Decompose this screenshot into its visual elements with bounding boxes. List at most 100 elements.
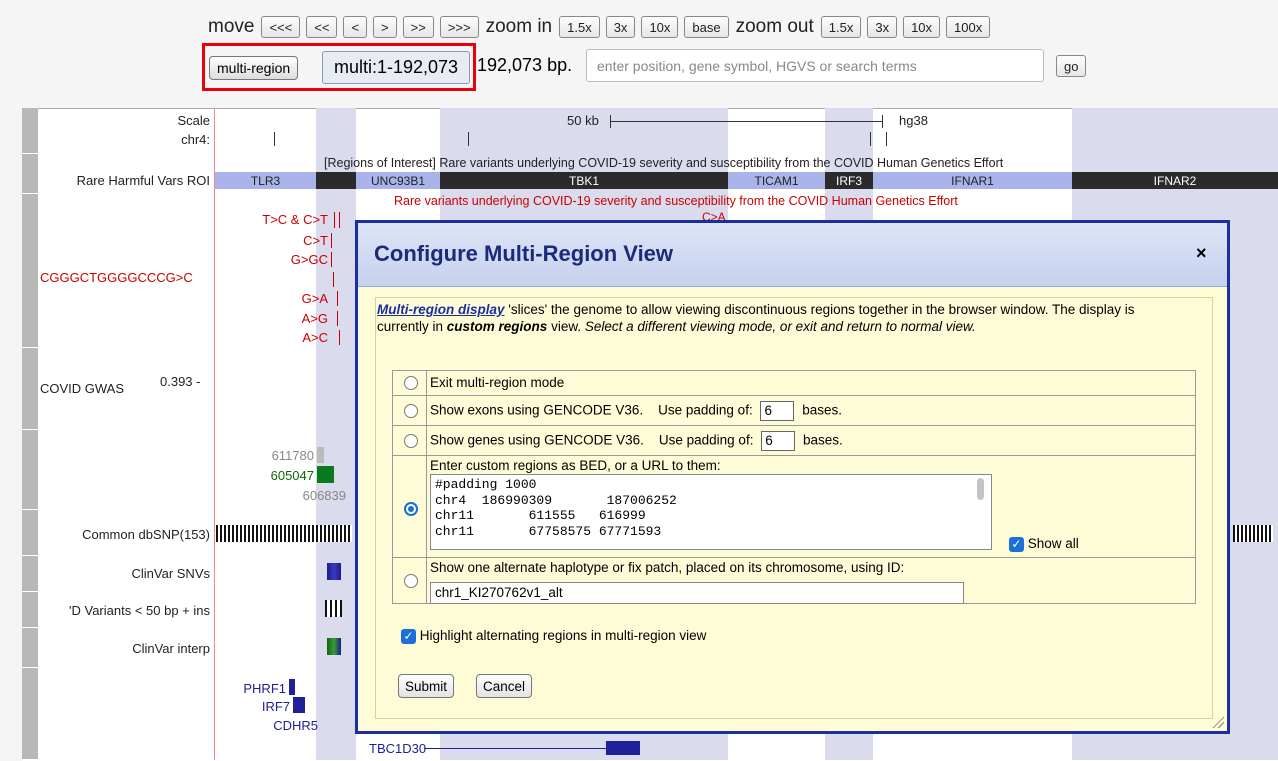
multi-region-button[interactable]: multi-region xyxy=(209,56,299,80)
current-mode: custom regions xyxy=(446,319,548,334)
close-icon[interactable]: × xyxy=(1196,243,1207,264)
resize-handle-icon[interactable] xyxy=(1212,716,1224,728)
move-left-more-button[interactable]: << xyxy=(306,16,338,38)
gene-label[interactable]: CDHR5 xyxy=(230,718,318,733)
variant-tick xyxy=(333,272,334,287)
roi-unc93b1[interactable]: UNC93B1 xyxy=(356,172,440,189)
option-exit-row[interactable]: Exit multi-region mode xyxy=(393,371,1195,396)
region-size: 192,073 bp. xyxy=(477,55,573,75)
roi-ifnar1[interactable]: IFNAR1 xyxy=(873,172,1072,189)
roi-ifnar2[interactable]: IFNAR2 xyxy=(1072,172,1278,189)
region-highlight xyxy=(316,108,356,760)
dialog-title-bar[interactable]: Configure Multi-Region View × xyxy=(358,223,1227,287)
textarea-scrollbar[interactable] xyxy=(977,478,984,500)
variant-label[interactable]: T>C & C>T xyxy=(230,212,328,227)
variant-label[interactable]: G>GC xyxy=(230,252,328,267)
zoom-out-100x-button[interactable]: 100x xyxy=(946,16,991,38)
roi-ticam1[interactable]: TICAM1 xyxy=(728,172,825,189)
custom-regions-textarea[interactable]: #padding 1000 chr4 186990309 187006252 c… xyxy=(430,474,992,550)
gene-label[interactable]: IRF7 xyxy=(230,699,290,714)
scale-bar xyxy=(610,121,882,122)
cancel-button[interactable]: Cancel xyxy=(476,674,533,698)
exons-padding-input[interactable]: 6 xyxy=(760,401,795,421)
alt-option-label: Show one alternate haplotype or fix patc… xyxy=(430,560,905,575)
custom-option-label: Enter custom regions as BED, or a URL to… xyxy=(430,458,721,473)
gwas-id[interactable]: 606839 xyxy=(250,488,346,503)
zoom-in-1-5x-button[interactable]: 1.5x xyxy=(559,16,600,38)
show-all-option: ✓ Show all xyxy=(1009,536,1079,552)
variants-track-label: 'D Variants < 50 bp + ins xyxy=(69,603,210,618)
track-handle[interactable] xyxy=(22,628,38,668)
track-handle[interactable] xyxy=(22,430,38,510)
variants-bars xyxy=(325,600,342,617)
variant-label[interactable]: C>T xyxy=(230,233,328,248)
track-handle[interactable] xyxy=(22,556,38,592)
zoom-in-3x-button[interactable]: 3x xyxy=(605,16,636,38)
variant-label[interactable]: A>C xyxy=(230,330,328,345)
search-input[interactable]: enter position, gene symbol, HGVS or sea… xyxy=(586,49,1044,82)
zoom-in-10x-button[interactable]: 10x xyxy=(641,16,679,38)
track-handle[interactable] xyxy=(22,154,38,194)
description-instruction: Select a different viewing mode, or exit… xyxy=(584,319,976,334)
gene-line xyxy=(424,748,606,749)
move-right-more-button[interactable]: >> xyxy=(402,16,434,38)
gene-label[interactable]: TBC1D30 xyxy=(369,741,426,756)
variant-label[interactable]: G>A xyxy=(230,291,328,306)
clinvar-interp-label: ClinVar interp xyxy=(132,641,210,656)
option-genes-row[interactable]: Show genes using GENCODE V36. Use paddin… xyxy=(393,426,1195,456)
option-custom-row[interactable]: Enter custom regions as BED, or a URL to… xyxy=(393,456,1195,558)
track-handle[interactable] xyxy=(22,510,38,556)
go-button[interactable]: go xyxy=(1056,55,1087,77)
submit-button[interactable]: Submit xyxy=(398,674,455,698)
option-alt-row[interactable]: Show one alternate haplotype or fix patc… xyxy=(393,558,1195,604)
zoom-in-label: zoom in xyxy=(485,16,553,37)
highlight-checkbox[interactable]: ✓ xyxy=(401,628,416,644)
gene-label[interactable]: PHRF1 xyxy=(230,681,286,696)
move-left-button[interactable]: < xyxy=(343,16,368,38)
track-handle[interactable] xyxy=(22,194,38,348)
highlight-label: Highlight alternating regions in multi-r… xyxy=(419,628,707,643)
exons-radio[interactable] xyxy=(404,404,418,418)
alt-id-input[interactable]: chr1_KI270762v1_alt xyxy=(430,582,964,604)
zoom-in-base-button[interactable]: base xyxy=(684,16,729,38)
chromosome-tick xyxy=(870,132,871,146)
roi-tbk1[interactable]: TBK1 xyxy=(440,172,728,189)
gwas-bar xyxy=(317,466,334,483)
variant-label[interactable]: A>G xyxy=(230,311,328,326)
zoom-out-10x-button[interactable]: 10x xyxy=(903,16,941,38)
custom-radio[interactable] xyxy=(404,502,418,516)
configure-multi-region-dialog: Configure Multi-Region View × Multi-regi… xyxy=(355,220,1230,734)
clinvar-snv-bars xyxy=(327,563,341,580)
track-handle[interactable] xyxy=(22,348,38,430)
zoom-out-1-5x-button[interactable]: 1.5x xyxy=(820,16,862,38)
alt-radio[interactable] xyxy=(404,574,418,588)
genes-padding-input[interactable]: 6 xyxy=(761,431,796,451)
gwas-id[interactable]: 605047 xyxy=(250,468,314,483)
show-all-checkbox[interactable]: ✓ xyxy=(1009,536,1024,552)
roi-tlr3[interactable]: TLR3 xyxy=(215,172,316,189)
roi-irf3[interactable]: IRF3 xyxy=(825,172,873,189)
clinvar-interp-bars xyxy=(327,638,341,655)
zoom-out-3x-button[interactable]: 3x xyxy=(867,16,898,38)
position-display[interactable]: multi:1-192,073 xyxy=(322,51,470,84)
variant-tick xyxy=(334,212,335,228)
track-handle[interactable] xyxy=(22,108,38,154)
gwas-id[interactable]: 611780 xyxy=(250,448,314,463)
zoom-out-label: zoom out xyxy=(735,16,814,37)
genes-radio[interactable] xyxy=(404,434,418,448)
dbsnp-bars xyxy=(216,525,352,542)
left-variant-label[interactable]: CGGGCTGGGGCCCG>C xyxy=(40,270,193,285)
track-handle[interactable] xyxy=(22,668,38,760)
chromosome-label: chr4: xyxy=(181,132,210,147)
scale-bar-end xyxy=(882,115,883,128)
move-far-right-button[interactable]: >>> xyxy=(439,16,479,38)
option-exons-row[interactable]: Show exons using GENCODE V36. Use paddin… xyxy=(393,396,1195,426)
move-far-left-button[interactable]: <<< xyxy=(261,16,301,38)
multi-region-help-link[interactable]: Multi-region display xyxy=(377,302,505,317)
exit-radio[interactable] xyxy=(404,376,418,390)
clinvar-snv-label: ClinVar SNVs xyxy=(131,566,210,581)
variant-tick xyxy=(339,212,340,228)
move-right-button[interactable]: > xyxy=(373,16,397,38)
dialog-title: Configure Multi-Region View xyxy=(374,241,674,266)
genes-option: Show genes using GENCODE V36. Use paddin… xyxy=(430,431,843,451)
